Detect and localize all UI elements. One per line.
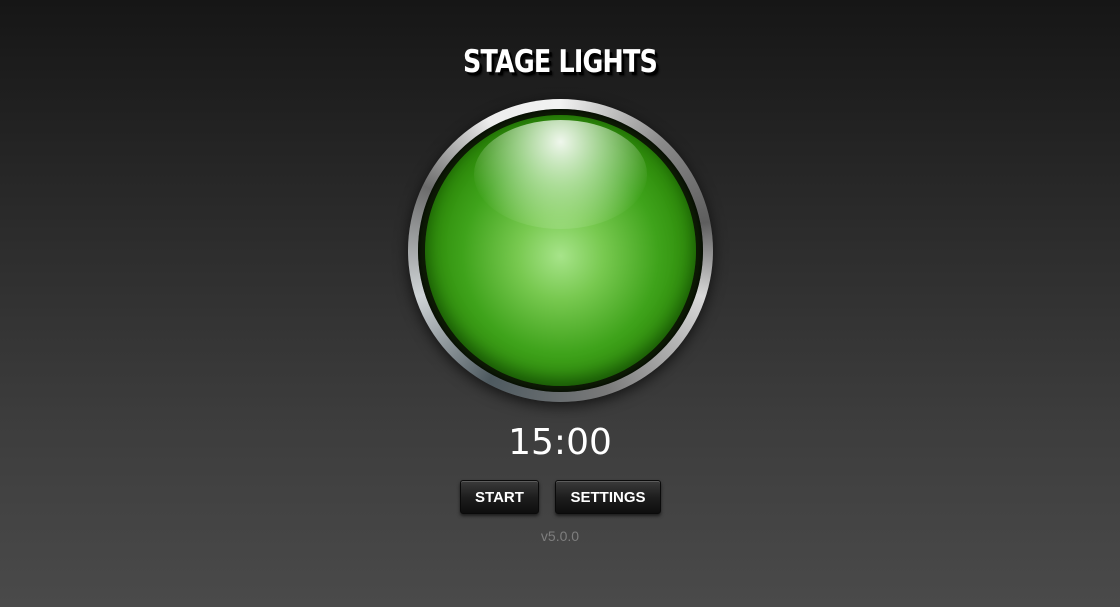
stage-light-icon [425, 115, 696, 386]
control-buttons: START SETTINGS [0, 480, 1120, 516]
light-gloss-highlight [473, 120, 648, 229]
version-label: v5.0.0 [540, 528, 580, 544]
stage-lights-app: STAGE LIGHTS 15:00 START SETTINGS v5.0.0 [0, 0, 1120, 607]
start-button[interactable]: START [460, 480, 539, 514]
timer-display: 15:00 [508, 422, 612, 463]
app-title: STAGE LIGHTS [462, 44, 658, 80]
stage-light-button[interactable] [408, 99, 713, 402]
settings-button[interactable]: SETTINGS [555, 480, 661, 514]
light-bezel [408, 99, 713, 402]
